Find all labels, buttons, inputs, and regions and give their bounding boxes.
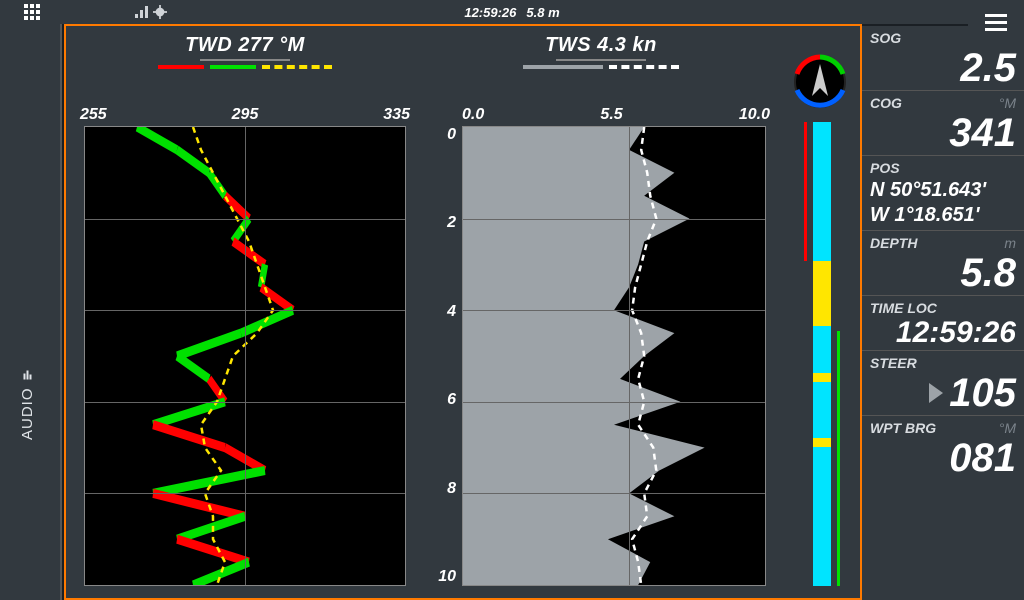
twd-legend bbox=[70, 65, 420, 69]
equalizer-icon bbox=[24, 371, 32, 380]
twd-x-axis: 255 295 335 bbox=[70, 106, 420, 124]
status-time: 12:59:26 bbox=[464, 5, 516, 20]
menu-button[interactable] bbox=[968, 0, 1024, 44]
tile-depth[interactable]: DEPTH m 5.8 bbox=[862, 231, 1024, 296]
tile-time[interactable]: TIME LOC 12:59:26 bbox=[862, 296, 1024, 351]
tws-plot-area bbox=[462, 126, 766, 586]
wind-dial-icon bbox=[792, 54, 848, 110]
sog-value: 2.5 bbox=[870, 48, 1018, 88]
audio-panel[interactable]: AUDIO bbox=[0, 24, 62, 600]
tile-wptbrg[interactable]: WPT BRG °M 081 bbox=[862, 416, 1024, 480]
pos-lon: W 1°18.651' bbox=[870, 203, 1018, 228]
steer-value: 105 bbox=[949, 373, 1018, 413]
audio-label: AUDIO bbox=[19, 387, 36, 440]
instrument-strip: SOG kn 2.5 COG °M 341 POS N 50°51.643' W… bbox=[862, 26, 1024, 600]
tile-cog[interactable]: COG °M 341 bbox=[862, 91, 1024, 156]
tws-x-axis: 0.0 5.5 10.0 bbox=[422, 106, 780, 124]
port-indicator-bar bbox=[804, 122, 807, 261]
tws-title: TWS 4.3 kn bbox=[422, 34, 780, 57]
time-value: 12:59:26 bbox=[870, 318, 1018, 348]
tile-steer[interactable]: STEER 105 bbox=[862, 351, 1024, 416]
depth-value: 5.8 bbox=[870, 253, 1018, 293]
status-depth: 5.8 m bbox=[526, 5, 559, 20]
tack-history-bar bbox=[813, 122, 831, 586]
apps-button[interactable] bbox=[0, 0, 64, 24]
cog-value: 341 bbox=[870, 113, 1018, 153]
steer-arrow-icon bbox=[929, 383, 943, 403]
tws-chart[interactable]: TWS 4.3 kn 0.0 5.5 10.0 bbox=[422, 26, 780, 598]
apps-grid-icon bbox=[24, 4, 40, 20]
wind-time-plot-panel: TWD 277 °M 255 295 335 0 2 4 bbox=[64, 24, 862, 600]
status-bar: 12:59:26 5.8 m bbox=[0, 0, 1024, 24]
tws-legend bbox=[422, 65, 780, 69]
hamburger-icon bbox=[985, 14, 1007, 31]
gps-status-icon bbox=[134, 5, 168, 19]
wptbrg-value: 081 bbox=[870, 438, 1018, 478]
pos-lat: N 50°51.643' bbox=[870, 178, 1018, 203]
wind-gauge-column bbox=[792, 54, 852, 586]
twd-chart[interactable]: TWD 277 °M 255 295 335 bbox=[70, 26, 420, 598]
tile-pos[interactable]: POS N 50°51.643' W 1°18.651' bbox=[862, 156, 1024, 231]
twd-plot-area bbox=[84, 126, 406, 586]
stbd-indicator-bar bbox=[837, 331, 840, 586]
twd-title: TWD 277 °M bbox=[70, 34, 420, 57]
